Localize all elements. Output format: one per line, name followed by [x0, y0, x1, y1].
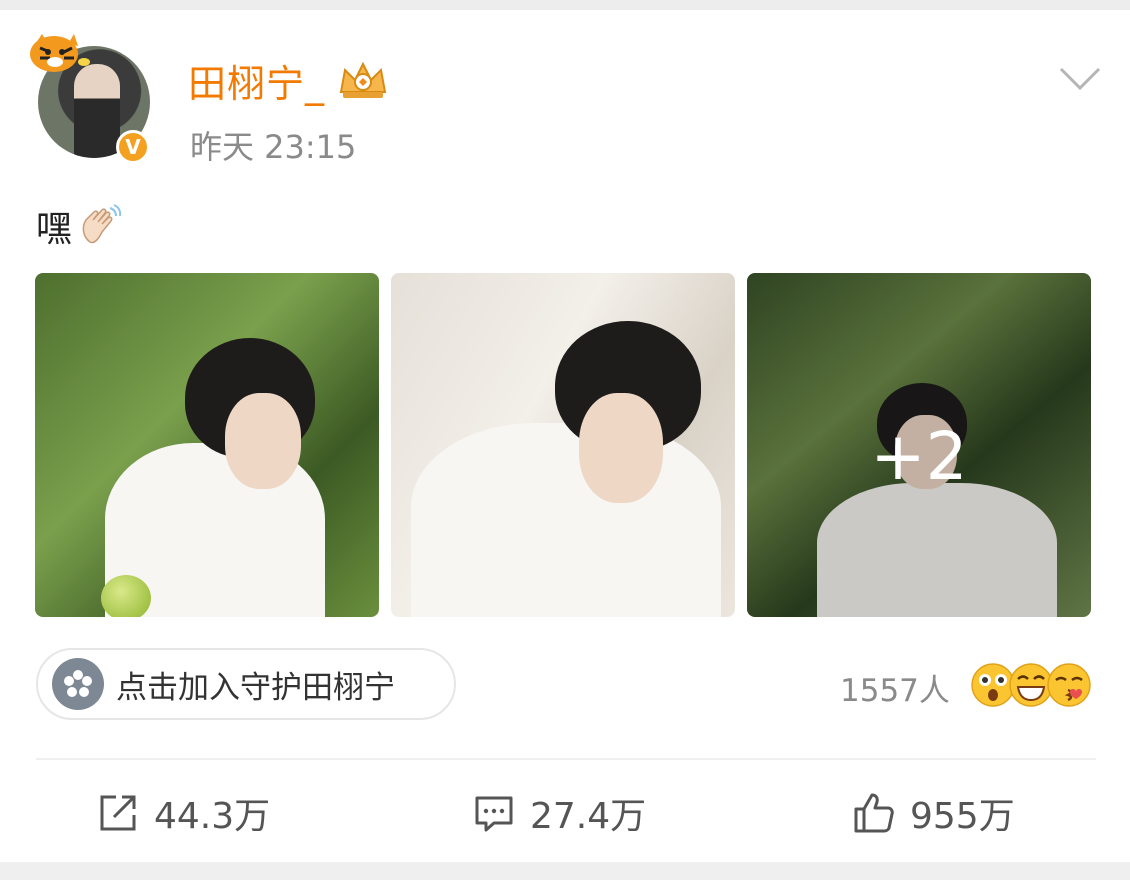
photo-figure-face — [579, 393, 663, 503]
comment-button[interactable]: 27.4万 — [472, 786, 646, 840]
bottom-band — [0, 862, 1130, 880]
username-row: 田栩宁_ — [188, 53, 391, 108]
crown-badge-icon[interactable] — [335, 58, 391, 102]
photo-figure-face — [225, 393, 301, 489]
share-count: 44.3万 — [154, 796, 271, 837]
join-guard-button[interactable]: 点击加入守护田栩宁 — [36, 648, 456, 720]
share-icon — [100, 795, 136, 831]
post-text-content: 嘿 — [36, 209, 73, 250]
post-image-1[interactable] — [35, 273, 379, 617]
apple-image — [101, 575, 151, 617]
chevron-down-icon[interactable] — [1058, 66, 1102, 92]
avatar[interactable]: V — [28, 32, 152, 166]
flower-icon — [52, 658, 104, 710]
waving-hand-icon — [82, 204, 122, 244]
more-images-count: +2 — [870, 418, 968, 495]
divider — [36, 758, 1096, 760]
comment-count: 27.4万 — [530, 796, 647, 837]
avatar-person — [74, 64, 120, 158]
thumbs-up-icon — [854, 793, 894, 833]
like-button[interactable]: 955万 — [852, 786, 1015, 840]
top-band — [0, 0, 1130, 10]
share-button[interactable]: 44.3万 — [96, 786, 270, 840]
post-image-2[interactable] — [391, 273, 735, 617]
post-timestamp: 昨天 23:15 — [190, 128, 357, 166]
join-guard-label: 点击加入守护田栩宁 — [116, 669, 395, 706]
username[interactable]: 田栩宁_ — [188, 53, 325, 108]
like-count: 955万 — [910, 796, 1015, 837]
comment-icon — [475, 796, 513, 832]
post-text: 嘿 — [36, 200, 124, 252]
photo-figure-shirt — [411, 423, 721, 617]
reaction-count[interactable]: 1557人 — [840, 665, 950, 710]
verified-badge-icon: V — [116, 130, 150, 164]
tiger-decoration-icon — [30, 34, 90, 72]
post-image-3[interactable]: +2 — [747, 273, 1091, 617]
kissing-face-icon[interactable] — [1046, 662, 1092, 708]
